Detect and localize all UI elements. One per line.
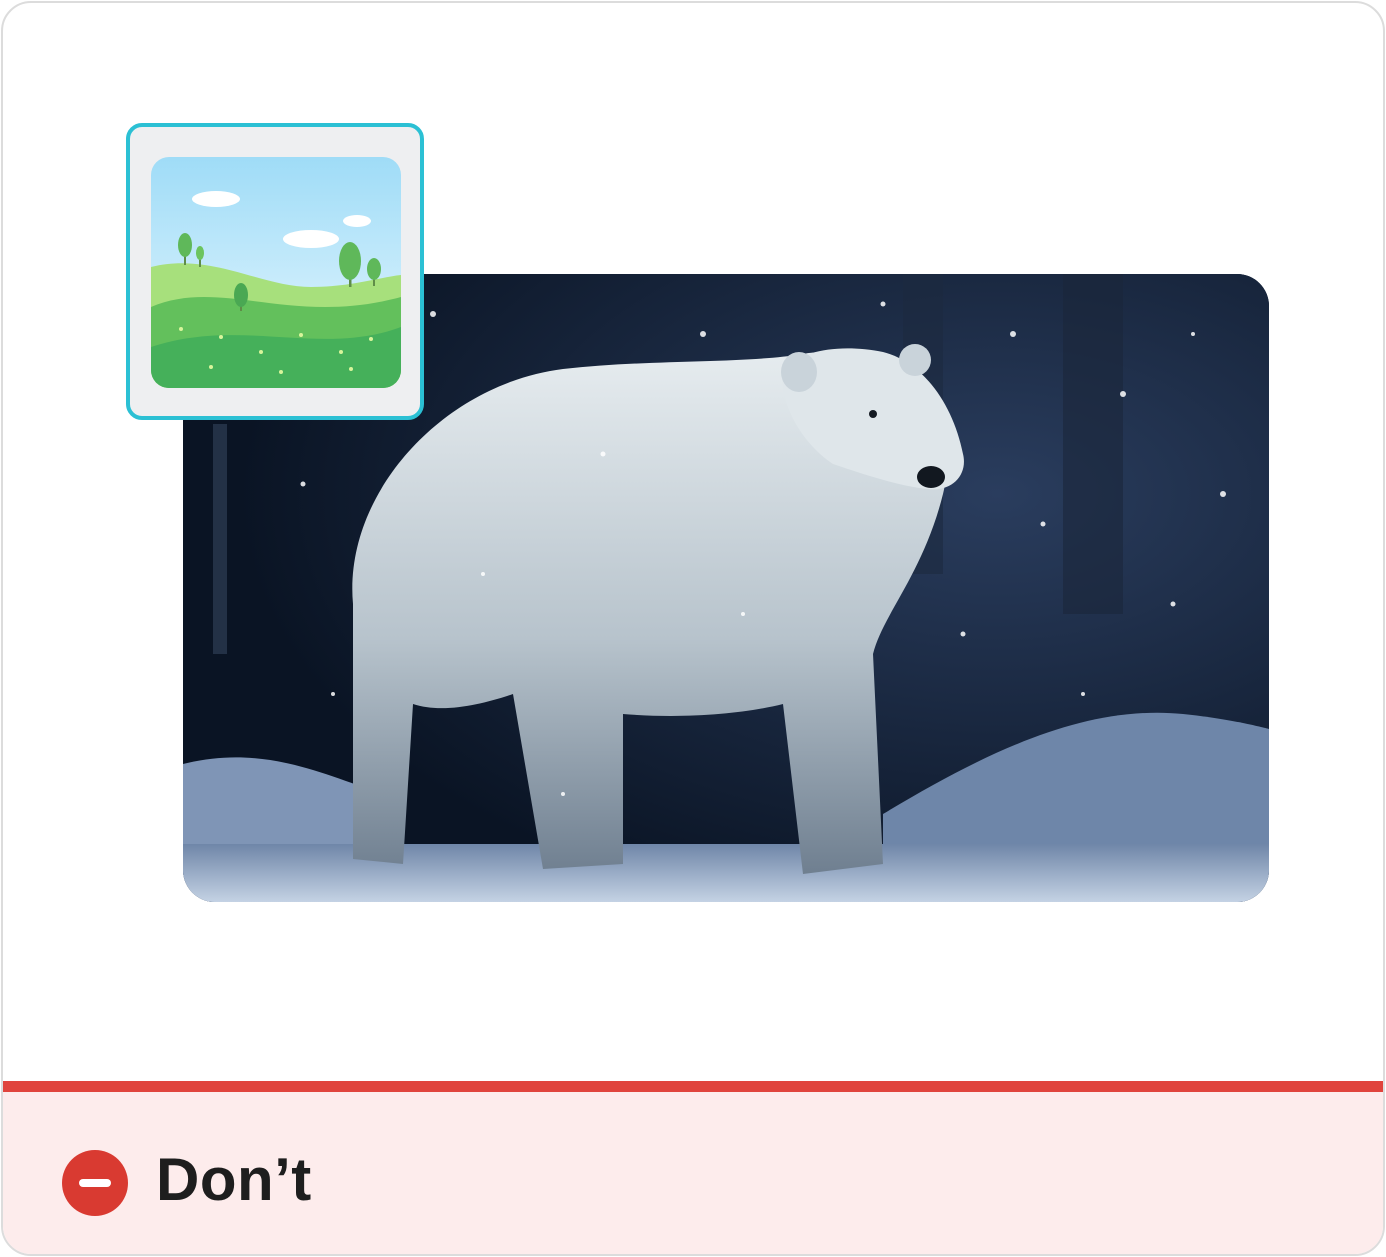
- dont-banner: Don’t: [3, 1081, 1383, 1254]
- guideline-card: Don’t: [1, 1, 1385, 1256]
- minus-circle-icon: [62, 1150, 128, 1216]
- landscape-image-icon: [126, 123, 424, 420]
- dont-label: Don’t: [156, 1146, 312, 1213]
